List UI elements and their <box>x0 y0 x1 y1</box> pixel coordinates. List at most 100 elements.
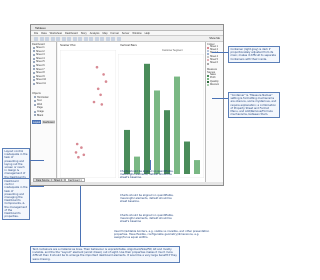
scatter-title: Scatter Plot <box>60 43 76 47</box>
tableau-window: Tableau File Data Worksheet Dashboard St… <box>30 24 224 186</box>
add-data-icon[interactable] <box>50 37 55 41</box>
annotation-buttons: Used for/addable borders, e.g. visible v… <box>114 230 210 240</box>
scatter-point[interactable] <box>100 103 104 106</box>
menu-dashboard[interactable]: Dashboard <box>65 31 78 35</box>
tab-sheet[interactable]: Sheet 1 <box>51 178 66 182</box>
measure-label: Sales <box>210 74 216 77</box>
legend-pane: Colour Sheet 1 Sheet 2 Sheet 3 Sheet 4 S… <box>205 42 223 185</box>
bar-mark[interactable] <box>154 90 160 174</box>
annotation-dashboard-control: Dashboard control inadequate in the task… <box>2 178 30 221</box>
legend-label: Sheet 6 <box>210 62 218 65</box>
legend-label: Sheet 5 <box>210 58 218 61</box>
new-sheet-icon[interactable] <box>56 37 60 41</box>
annotation-chart-bottom: Charts should be aligned on quantifiable… <box>120 214 174 224</box>
dashboard-canvas: Scatter Plot Vertical Bars Customer Segm… <box>58 42 223 182</box>
connector-line <box>30 186 44 187</box>
bar-mark[interactable] <box>174 76 180 174</box>
menu-worksheet[interactable]: Worksheet <box>50 31 62 35</box>
bar-mark[interactable] <box>144 63 150 174</box>
objects-grid: Horizontal Text Web Page Image Blank <box>31 96 56 118</box>
legend-swatch <box>206 62 209 65</box>
annotation-top-right: Container (light grey) is dark if propor… <box>228 46 280 63</box>
window-title: Tableau <box>35 26 46 30</box>
legend-label: Sheet 3 <box>210 52 218 55</box>
scatter-point[interactable] <box>99 93 102 97</box>
swap-icon[interactable] <box>72 37 77 41</box>
measure-label: Profit <box>210 77 216 80</box>
redo-icon[interactable] <box>39 37 44 41</box>
menu-data[interactable]: Data <box>41 31 46 35</box>
connector-line <box>212 52 228 53</box>
layout-tab[interactable]: Layout <box>32 120 42 125</box>
bar-mark[interactable] <box>124 129 130 174</box>
connector-line <box>80 186 81 246</box>
scatter-point[interactable] <box>92 100 96 104</box>
scatter-point[interactable] <box>80 146 83 149</box>
bar-frame <box>118 54 204 178</box>
sheet-item[interactable]: Sheet 11 <box>31 82 56 86</box>
scatter-point[interactable] <box>102 73 105 76</box>
menu-story[interactable]: Story <box>81 31 87 35</box>
scatter-point[interactable] <box>96 87 100 91</box>
annotation-chart-mid: Charts should be aligned on quantifiable… <box>120 194 174 204</box>
dashboard-tab[interactable]: Dashboard <box>42 120 55 125</box>
measure-swatch <box>206 84 209 87</box>
annotation-bottom: Text containers are a material as lines.… <box>30 246 180 263</box>
tab-dashboard[interactable]: Dashboard 1 <box>65 178 85 182</box>
duplicate-icon[interactable] <box>61 37 66 41</box>
undo-icon[interactable] <box>34 37 38 41</box>
bar-chart <box>118 54 204 178</box>
menu-analysis[interactable]: Analysis <box>90 31 100 35</box>
bar-mark[interactable] <box>164 110 170 174</box>
status-bar: Data Source Sheet 1 Dashboard 1 <box>31 178 223 185</box>
sheet-list: Sheet 1 Sheet 2 Sheet 3 Sheet 4 Sheet 5 … <box>31 46 56 86</box>
sort-desc-icon[interactable] <box>83 37 88 41</box>
annotation-mid-right: "Container" & "Measure Names" setting & … <box>228 92 280 119</box>
menu-window[interactable]: Window <box>132 31 141 35</box>
label-icon[interactable] <box>100 37 104 41</box>
connector-line <box>212 98 228 99</box>
save-icon[interactable] <box>45 37 49 41</box>
connector-line <box>150 160 151 170</box>
bar-header: Customer Segment <box>162 49 183 52</box>
scatter-point[interactable] <box>104 80 108 83</box>
present-icon[interactable] <box>116 37 121 41</box>
scatter-plot <box>60 50 116 178</box>
object-blank[interactable]: Blank <box>32 114 48 118</box>
measure-label: Discount <box>210 83 219 86</box>
dashboard-pane: Dashboard Sheet 1 Sheet 2 Sheet 3 Sheet … <box>31 42 57 185</box>
scatter-point[interactable] <box>82 153 86 157</box>
menu-format[interactable]: Format <box>111 31 119 35</box>
scatter-point[interactable] <box>77 155 80 159</box>
fit-icon[interactable] <box>105 37 110 41</box>
connector-line <box>30 160 44 161</box>
menu-map[interactable]: Map <box>102 31 107 35</box>
tooltip-icon[interactable] <box>111 37 115 41</box>
scatter-point[interactable] <box>95 65 99 69</box>
menu-help[interactable]: Help <box>145 31 150 35</box>
group-icon[interactable] <box>94 37 99 41</box>
bar-mark[interactable] <box>194 160 200 174</box>
measure-label: Quantity <box>210 80 219 83</box>
tab-data-source[interactable]: Data Source <box>33 178 53 182</box>
sort-asc-icon[interactable] <box>78 37 82 41</box>
scatter-point[interactable] <box>75 142 79 146</box>
measure-names-header: Measure Names <box>207 67 218 74</box>
object-web-page[interactable]: Web Page <box>32 103 48 110</box>
bar-title: Vertical Bars <box>120 43 137 47</box>
pane-tabs: Layout Dashboard <box>32 120 55 125</box>
annotation-chart-top: Charts should be aligned on quantifiable… <box>120 170 174 180</box>
legend-label: Sheet 4 <box>210 55 218 58</box>
measure-item[interactable]: Discount <box>206 84 223 87</box>
legend-item[interactable]: Sheet 6 <box>206 62 223 65</box>
clear-icon[interactable] <box>67 37 71 41</box>
bar-mark[interactable] <box>184 141 190 174</box>
scatter-frame <box>60 50 116 178</box>
show-me-button[interactable]: Show Me <box>209 37 220 40</box>
highlight-icon[interactable] <box>89 37 93 41</box>
legend-label: Sheet 1 <box>210 46 218 48</box>
menu-server[interactable]: Server <box>122 31 130 35</box>
scatter-point[interactable] <box>74 151 78 154</box>
menu-file[interactable]: File <box>34 31 38 35</box>
legend-label: Sheet 2 <box>210 49 218 52</box>
